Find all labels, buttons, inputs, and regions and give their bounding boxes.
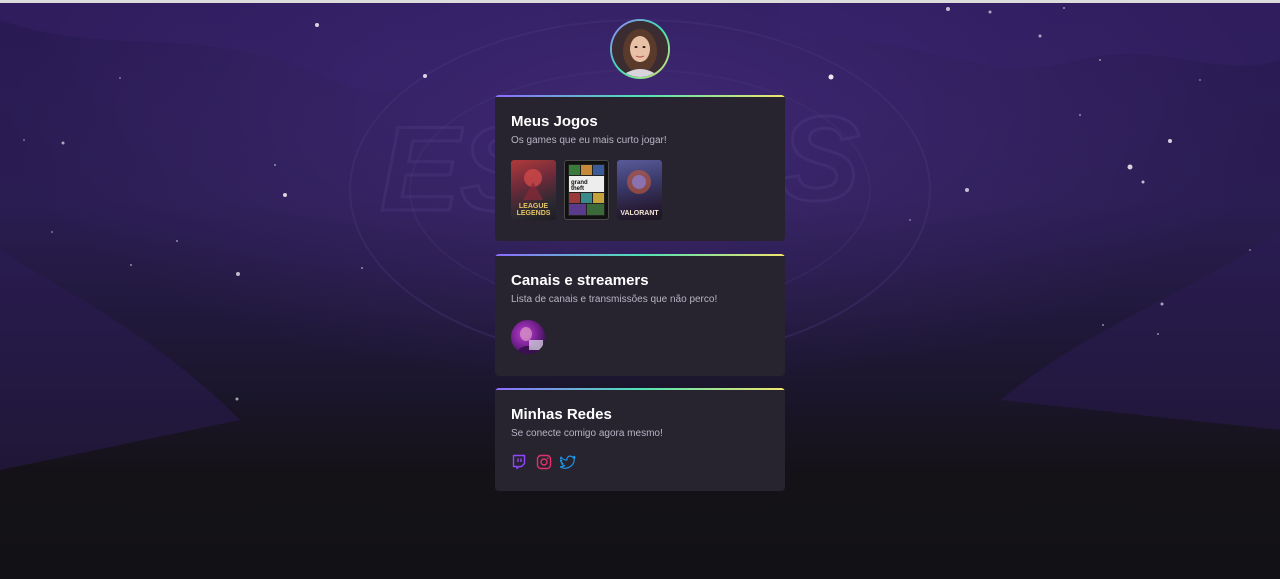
profile-photo <box>612 21 668 77</box>
socials-card-title: Minhas Redes <box>511 406 612 423</box>
game-league-of-legends[interactable]: LEAGUE LEGENDS <box>511 160 556 220</box>
game-logo-line: LEGENDS <box>516 210 551 217</box>
games-card: Meus Jogos Os games que eu mais curto jo… <box>495 95 785 241</box>
instagram-icon[interactable] <box>536 454 552 470</box>
game-logo-text: VALORANT <box>620 210 659 217</box>
socials-card-subtitle: Se conecte comigo agora mesmo! <box>511 428 663 439</box>
channels-card-title: Canais e streamers <box>511 272 649 289</box>
channels-card: Canais e streamers Lista de canais e tra… <box>495 254 785 376</box>
profile-avatar <box>610 19 670 79</box>
games-card-title: Meus Jogos <box>511 113 598 130</box>
channels-card-subtitle: Lista de canais e transmissões que não p… <box>511 294 718 305</box>
streamer-avatar[interactable] <box>511 320 545 354</box>
game-gta-v[interactable]: grand theft <box>564 160 609 220</box>
twitch-icon[interactable] <box>511 454 527 470</box>
game-logo-line: LEAGUE <box>518 203 549 210</box>
streamer-photo <box>515 327 543 354</box>
game-logo-text: LEAGUE LEGENDS <box>511 203 556 217</box>
svg-text:S: S <box>780 92 860 226</box>
socials-card: Minhas Redes Se conecte comigo agora mes… <box>495 388 785 491</box>
twitter-icon[interactable] <box>559 454 576 470</box>
gta-v-art: grand theft <box>568 164 605 216</box>
svg-text:theft: theft <box>571 186 584 192</box>
game-valorant[interactable]: VALORANT <box>617 160 662 220</box>
games-card-subtitle: Os games que eu mais curto jogar! <box>511 135 667 146</box>
top-border <box>0 0 1280 3</box>
